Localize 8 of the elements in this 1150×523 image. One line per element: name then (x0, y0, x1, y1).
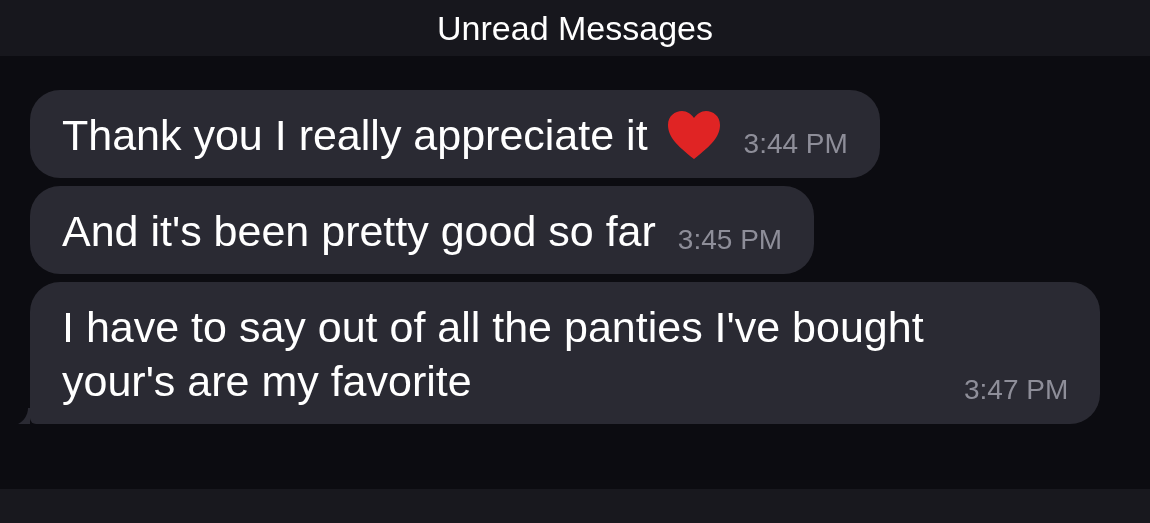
message-time: 3:47 PM (964, 374, 1069, 407)
message-time: 3:45 PM (677, 224, 783, 257)
message-text: I have to say out of all the panties I've bought your's are my favorite (62, 302, 925, 407)
message-text: And it's been pretty good so far (62, 206, 656, 257)
message-time: 3:44 PM (743, 128, 848, 161)
chat-title: Unread Messages (437, 8, 713, 48)
heart-icon (665, 109, 722, 161)
message-text: Thank you I really appreciate it (62, 110, 648, 161)
